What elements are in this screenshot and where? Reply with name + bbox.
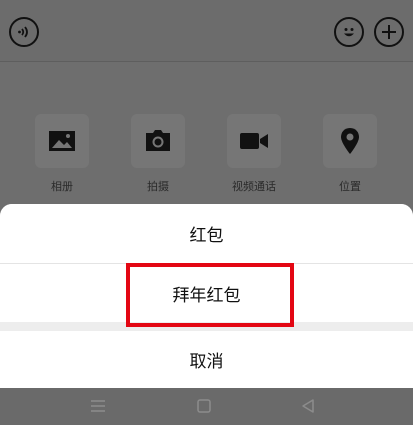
sheet-divider	[0, 322, 413, 331]
cancel-button[interactable]: 取消	[0, 331, 413, 388]
back-icon[interactable]	[300, 398, 316, 414]
more-tools-panel: 相册 拍摄 视频通话 位置	[0, 62, 413, 210]
tool-label: 位置	[339, 180, 361, 193]
tool-label: 视频通话	[232, 180, 276, 193]
tool-location[interactable]: 位置	[305, 114, 395, 194]
camera-icon	[131, 114, 185, 168]
menu-icon[interactable]	[90, 399, 106, 413]
tool-video-call[interactable]: 视频通话	[209, 114, 299, 194]
plus-icon[interactable]	[374, 17, 404, 47]
emoji-icon[interactable]	[334, 17, 364, 47]
tool-album[interactable]: 相册	[17, 114, 107, 194]
tool-label: 拍摄	[147, 180, 169, 193]
tool-camera[interactable]: 拍摄	[113, 114, 203, 194]
video-icon	[227, 114, 281, 168]
location-icon	[323, 114, 377, 168]
tool-label: 相册	[51, 180, 73, 193]
home-icon[interactable]	[196, 398, 212, 414]
image-icon	[35, 114, 89, 168]
chat-input-bar	[0, 0, 413, 62]
voice-icon[interactable]	[9, 17, 39, 47]
action-sheet: 红包 拜年红包 取消	[0, 204, 413, 388]
new-year-red-packet-option[interactable]: 拜年红包	[0, 265, 413, 322]
system-nav-bar	[0, 388, 413, 425]
red-packet-option[interactable]: 红包	[0, 204, 413, 264]
